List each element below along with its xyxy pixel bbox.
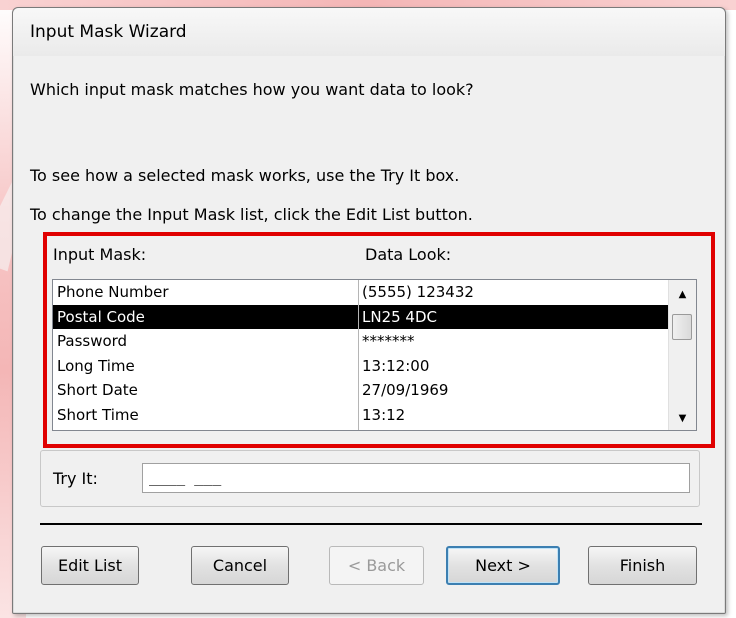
data-look-cell: 13:12:00 xyxy=(362,356,430,375)
cancel-button[interactable]: Cancel xyxy=(191,546,289,585)
input-mask-cell: Short Time xyxy=(57,405,139,424)
edit-list-hint-text: To change the Input Mask list, click the… xyxy=(30,205,473,224)
try-it-hint-text: To see how a selected mask works, use th… xyxy=(30,166,460,185)
input-mask-cell: Short Date xyxy=(57,381,138,400)
input-mask-cell: Long Time xyxy=(57,356,135,375)
input-mask-cell: Postal Code xyxy=(57,307,145,326)
question-text: Which input mask matches how you want da… xyxy=(30,80,474,99)
data-look-cell: 27/09/1969 xyxy=(362,381,449,400)
input-mask-listbox[interactable]: Phone Number (5555) 123432 Postal Code LN25… xyxy=(52,279,697,431)
data-look-cell: ******* xyxy=(362,332,415,351)
input-mask-column-header: Input Mask: xyxy=(53,245,147,264)
finish-button[interactable]: Finish xyxy=(588,546,697,585)
input-mask-cell: Phone Number xyxy=(57,283,169,302)
data-look-column-header: Data Look: xyxy=(365,245,452,264)
title-bar[interactable]: Input Mask Wizard xyxy=(13,8,725,56)
scroll-down-icon[interactable]: ▼ xyxy=(669,407,696,429)
list-item[interactable]: Short Time 13:12 xyxy=(53,403,670,428)
list-item[interactable]: Long Time 13:12:00 xyxy=(53,354,670,379)
window-title: Input Mask Wizard xyxy=(30,22,187,42)
try-it-input[interactable]: ____ ___ xyxy=(142,463,690,493)
column-divider xyxy=(358,280,359,430)
list-item[interactable]: Short Date 27/09/1969 xyxy=(53,378,670,403)
data-look-cell: LN25 4DC xyxy=(362,307,437,326)
scrollbar-thumb[interactable] xyxy=(672,314,692,340)
back-button[interactable]: < Back xyxy=(329,546,424,585)
data-look-cell: (5555) 123432 xyxy=(362,283,474,302)
edit-list-button[interactable]: Edit List xyxy=(41,546,139,585)
next-button[interactable]: Next > xyxy=(446,546,560,585)
try-it-label: Try It: xyxy=(53,469,98,488)
input-mask-cell: Password xyxy=(57,332,128,351)
vertical-scrollbar[interactable]: ▲ ▼ xyxy=(668,280,696,430)
list-item[interactable]: Postal Code LN25 4DC xyxy=(53,304,670,329)
input-mask-list-rows: Phone Number (5555) 123432 Postal Code LN25… xyxy=(53,280,670,430)
list-item[interactable]: Phone Number (5555) 123432 xyxy=(53,280,670,305)
list-item[interactable]: Password ******* xyxy=(53,329,670,354)
data-look-cell: 13:12 xyxy=(362,405,406,424)
button-separator-line xyxy=(40,523,702,525)
scroll-up-icon[interactable]: ▲ xyxy=(669,283,696,305)
